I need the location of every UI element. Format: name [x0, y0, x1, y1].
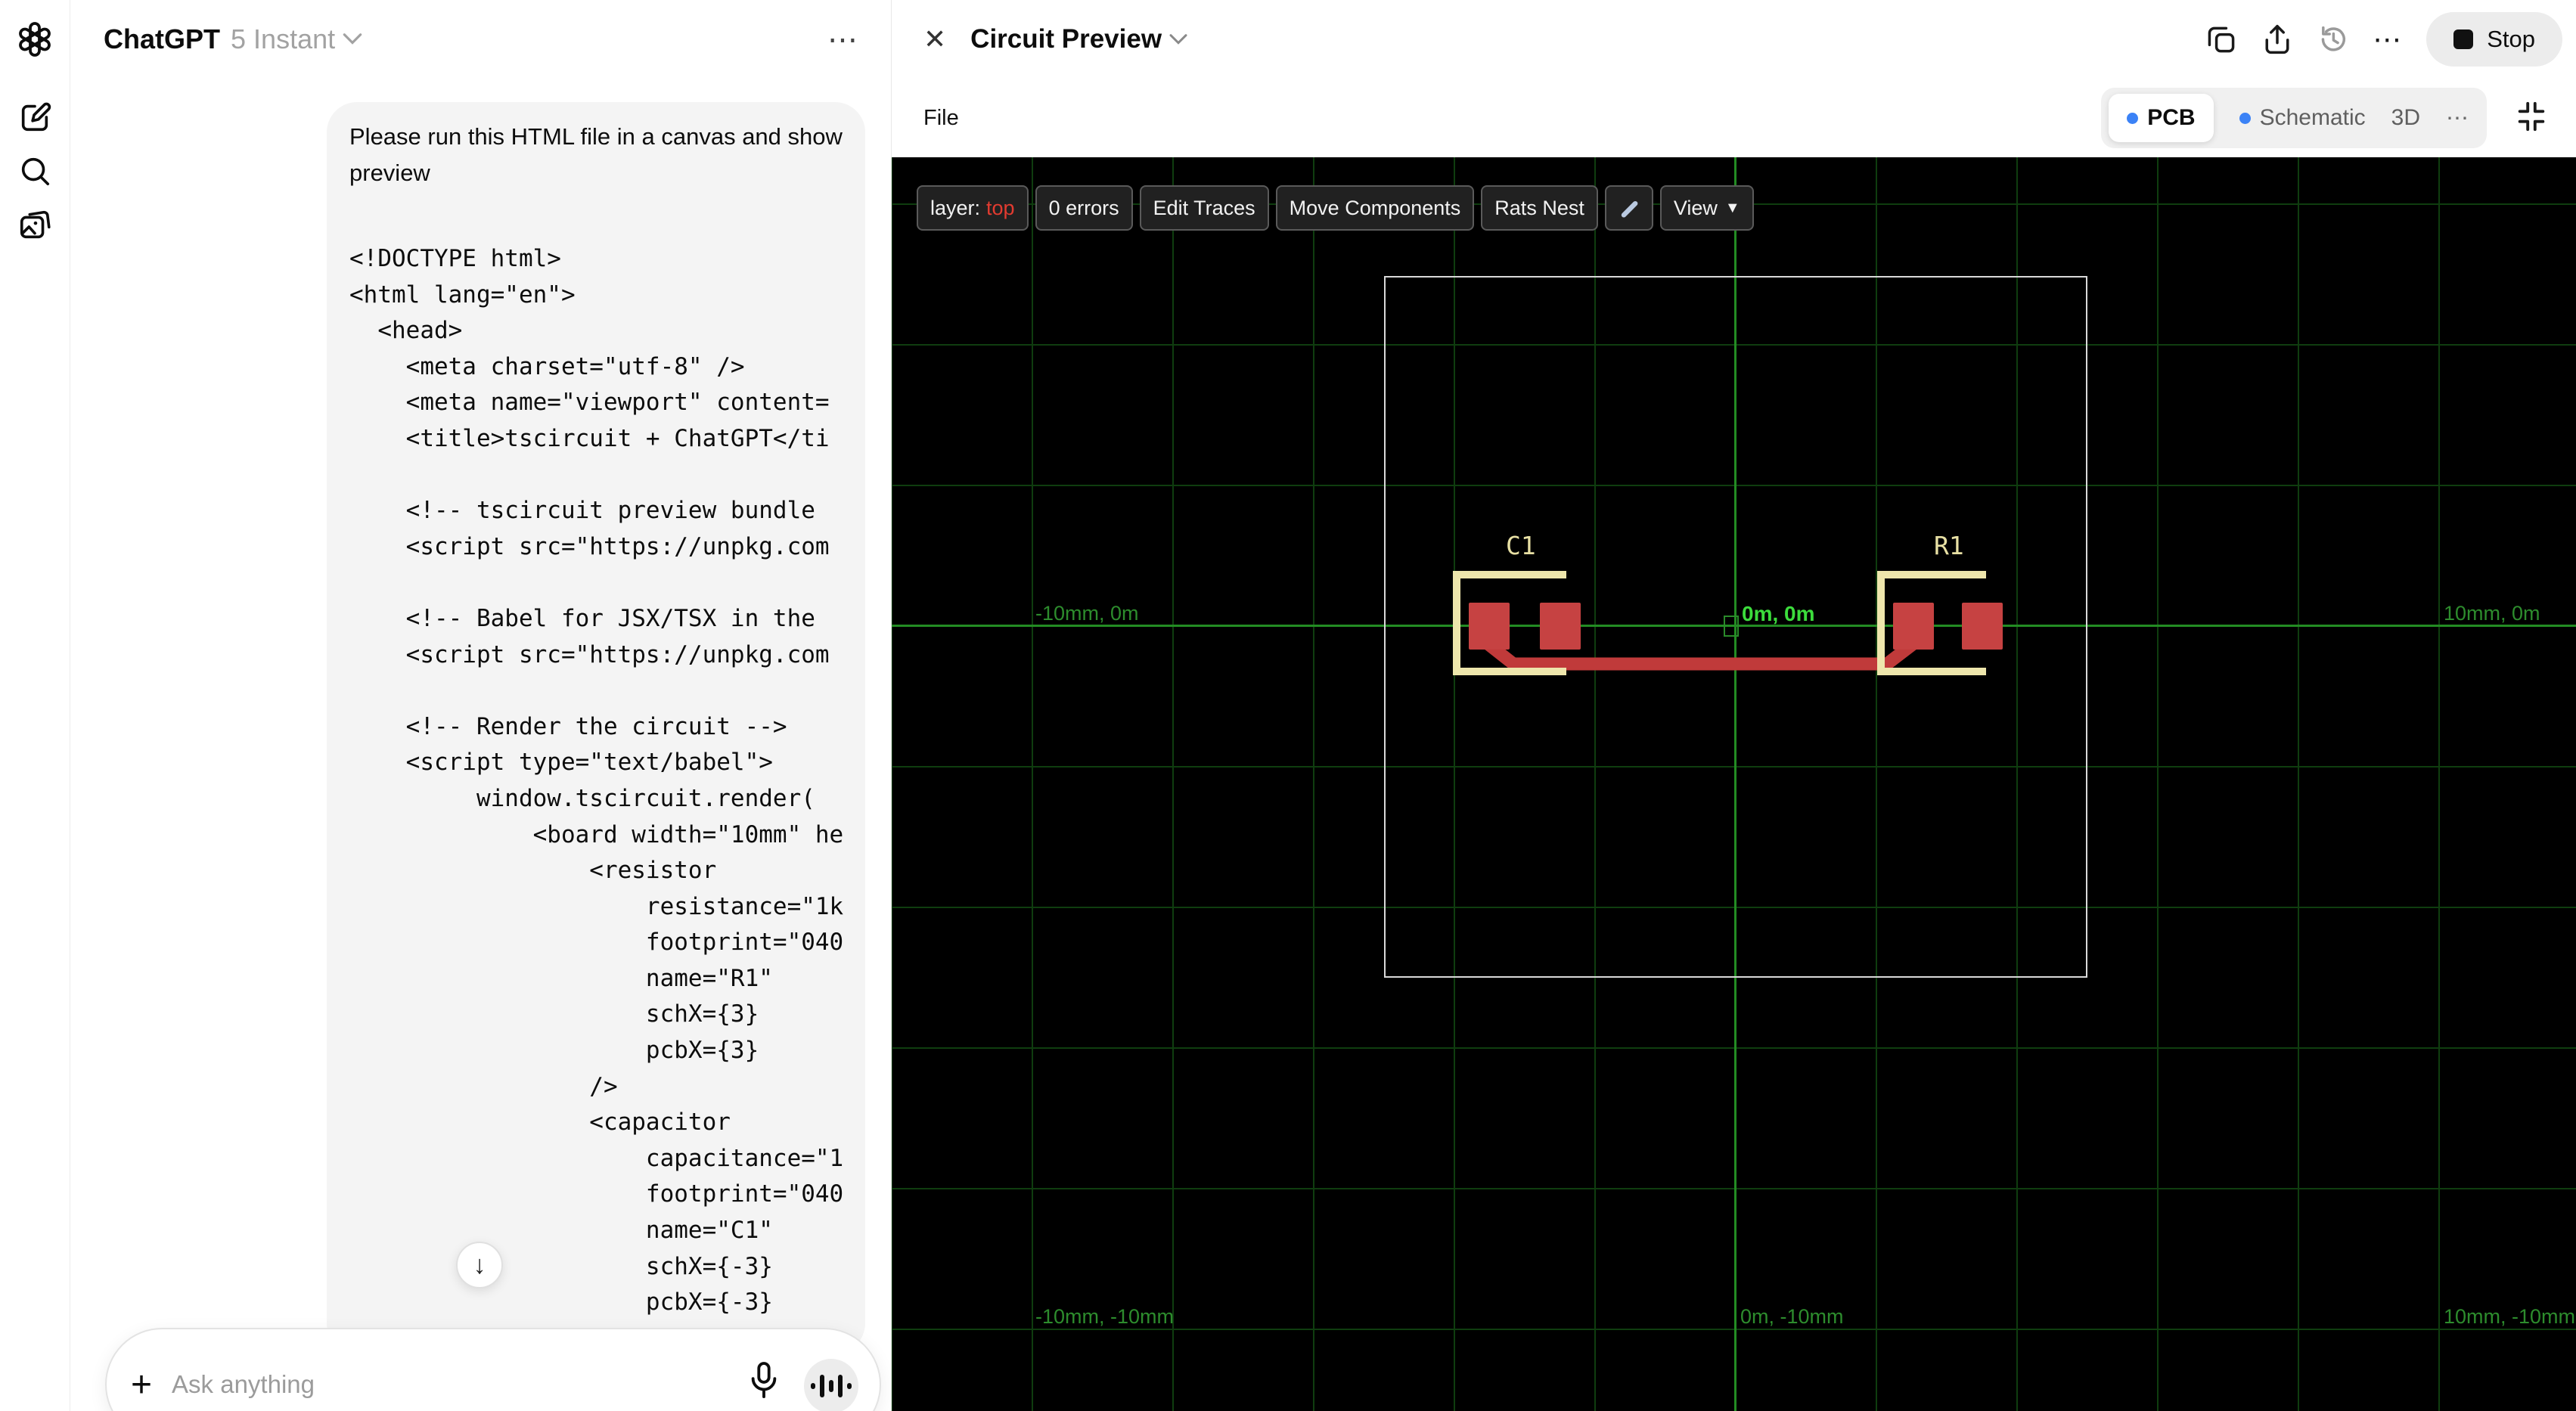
model-name[interactable]: 5 Instant [231, 23, 335, 55]
new-chat-icon[interactable] [15, 97, 54, 136]
pcb-viewport[interactable]: C1 R1 0m, 0m -10mm, 0m 10mm, 0m -10mm, -… [892, 157, 2576, 1411]
layer-value: top [986, 196, 1015, 219]
close-icon[interactable]: ✕ [923, 23, 946, 55]
tab-pcb[interactable]: PCB [2109, 94, 2214, 142]
collapse-icon[interactable] [2514, 99, 2549, 138]
errors-button[interactable]: 0 errors [1035, 185, 1133, 231]
origin-marker [1724, 616, 1739, 637]
pencil-icon [1621, 200, 1638, 218]
grid-label: 10mm, 0m [2444, 602, 2540, 625]
view-dropdown-button[interactable]: View ▼ [1659, 185, 1754, 231]
canvas-title: Circuit Preview [970, 24, 1162, 54]
canvas-header-actions: ⋯ Stop [2205, 0, 2562, 79]
openai-logo [15, 20, 54, 59]
view-tab-zone: PCB Schematic 3D ⋯ [2101, 79, 2549, 157]
tab-3d[interactable]: 3D [2391, 105, 2420, 131]
user-message-code: <!DOCTYPE html> <html lang="en"> <head> … [349, 245, 844, 1352]
pcb-toolbar: layer: top 0 errors Edit Traces Move Com… [917, 185, 1754, 231]
chevron-down-icon [343, 33, 362, 45]
chevron-down-icon[interactable] [1169, 33, 1187, 45]
app-title: ChatGPT [104, 23, 221, 54]
status-dot-icon [2127, 112, 2139, 124]
stop-square-icon [2453, 29, 2474, 49]
grid-label: -10mm, 0m [1035, 602, 1139, 625]
origin-coordinate-label: 0m, 0m [1742, 602, 1815, 625]
composer: + [105, 1328, 881, 1411]
component-label-r1[interactable]: R1 [1934, 531, 1964, 560]
tab-schematic[interactable]: Schematic [2239, 105, 2366, 131]
tab-more-icon[interactable]: ⋯ [2446, 105, 2470, 132]
edit-traces-button[interactable]: Edit Traces [1139, 185, 1269, 231]
canvas-panel: ✕ Circuit Preview ⋯ Stop File PCB Schema… [891, 0, 2576, 1411]
chat-column: ChatGPT 5 Instant ⋯ Please run this HTML… [70, 0, 891, 1411]
chatgpt-app: ChatGPT 5 Instant ⋯ Please run this HTML… [0, 0, 2576, 1411]
stop-button[interactable]: Stop [2426, 12, 2562, 67]
pencil-tool-button[interactable] [1604, 185, 1653, 231]
pcb-trace[interactable] [892, 157, 2576, 1411]
message-input[interactable] [172, 1370, 626, 1399]
sidebar-rail [0, 0, 70, 1411]
user-message-bubble: Please run this HTML file in a canvas an… [327, 102, 865, 1354]
more-options-icon[interactable]: ⋯ [2373, 23, 2404, 57]
voice-mode-button[interactable] [804, 1359, 858, 1411]
copy-icon[interactable] [2205, 23, 2238, 56]
silkscreen-c1 [1453, 571, 1566, 675]
grid-label: 0m, -10mm [1740, 1305, 1844, 1328]
library-icon[interactable] [15, 206, 54, 245]
status-dot-icon [2239, 112, 2251, 124]
canvas-header: ✕ Circuit Preview ⋯ Stop [892, 0, 2576, 79]
file-menu[interactable]: File [923, 106, 959, 131]
move-components-button[interactable]: Move Components [1275, 185, 1475, 231]
silkscreen-r1 [1877, 571, 1986, 675]
view-tab-group: PCB Schematic 3D ⋯ [2101, 88, 2487, 148]
rats-nest-button[interactable]: Rats Nest [1481, 185, 1598, 231]
scroll-to-bottom-button[interactable]: ↓ [456, 1242, 503, 1289]
waveform-icon [811, 1383, 815, 1389]
share-icon[interactable] [2261, 23, 2294, 56]
attach-plus-icon[interactable]: + [131, 1364, 152, 1406]
search-icon[interactable] [15, 151, 54, 191]
history-icon[interactable] [2317, 23, 2350, 56]
caret-down-icon: ▼ [1724, 199, 1740, 216]
grid-label: 10mm, -10mm [2444, 1305, 2576, 1328]
conversation-menu-button[interactable]: ⋯ [827, 23, 861, 57]
layer-button[interactable]: layer: top [917, 185, 1029, 231]
component-label-c1[interactable]: C1 [1506, 531, 1536, 560]
user-message-text: Please run this HTML file in a canvas an… [349, 123, 843, 186]
chat-header: ChatGPT 5 Instant ⋯ [70, 0, 891, 79]
grid-label: -10mm, -10mm [1035, 1305, 1175, 1328]
down-arrow-icon: ↓ [473, 1250, 486, 1279]
microphone-icon[interactable] [746, 1360, 781, 1406]
